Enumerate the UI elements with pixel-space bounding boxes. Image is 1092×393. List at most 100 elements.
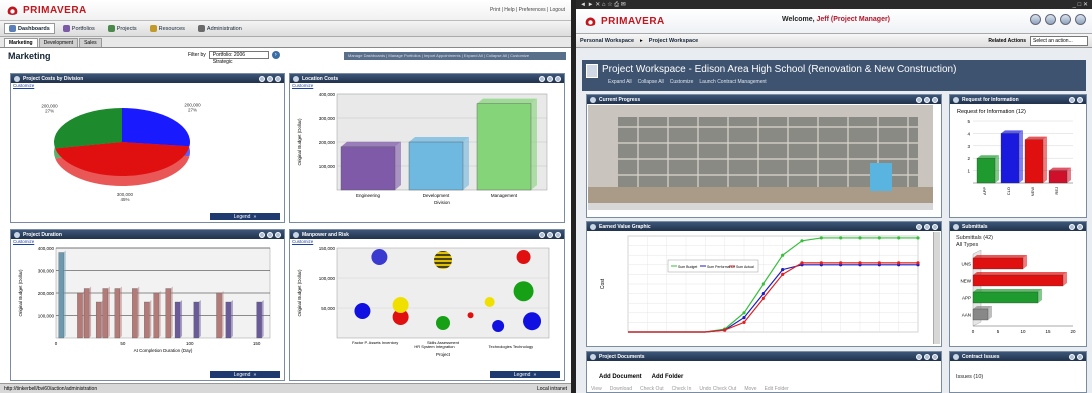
nav-item-label: Dashboards <box>18 25 50 32</box>
data-point <box>742 311 746 315</box>
x-tick-label: Skills Assessment <box>427 340 460 345</box>
close-icon[interactable] <box>275 231 281 238</box>
construction-photo <box>588 105 933 210</box>
primavera-logo: PRIMAVERA <box>584 16 665 27</box>
refresh-icon[interactable] <box>547 231 553 238</box>
nav-item-label: Administration <box>206 25 242 32</box>
customize-link[interactable]: Customize <box>11 239 284 245</box>
tab-marketing[interactable]: Marketing <box>4 38 38 47</box>
portlet-request-for-information: Request for Information Request for Info… <box>949 94 1087 218</box>
bar <box>972 291 1039 304</box>
customize-link[interactable]: Customize <box>11 83 284 89</box>
nav-item-portfolios[interactable]: Portfolios <box>58 23 100 34</box>
bar-top <box>973 255 1027 258</box>
help-icon[interactable] <box>539 231 545 238</box>
help-icon[interactable] <box>916 223 922 230</box>
portlet-earned-value: Earned Value Graphic Cost Sum Budget Sum P… <box>586 221 942 347</box>
legend-button[interactable]: Legend» <box>210 371 280 378</box>
refresh-icon[interactable] <box>924 223 930 230</box>
help-icon[interactable] <box>1069 353 1075 360</box>
nav-item-label: Resources <box>158 25 185 32</box>
legend-button[interactable]: Legend» <box>490 371 560 378</box>
close-icon[interactable] <box>932 96 938 103</box>
x-tick-label: CLO <box>1006 187 1011 195</box>
help-icon[interactable] <box>1060 14 1071 25</box>
browser-nav-icons[interactable]: ◄ ► ✕ ⌂ ☆ ⎙ ✉ <box>580 1 626 9</box>
refresh-icon[interactable] <box>924 96 930 103</box>
refresh-icon[interactable] <box>267 231 273 238</box>
administration-icon <box>197 25 205 32</box>
close-icon[interactable] <box>555 231 561 238</box>
bar-side <box>261 300 264 338</box>
photo-scrollbar[interactable] <box>588 203 933 210</box>
refresh-icon[interactable] <box>924 353 930 360</box>
nav-item-dashboards[interactable]: Dashboards <box>4 23 55 34</box>
customize-link[interactable]: Customize <box>290 83 564 89</box>
legend-button[interactable]: Legend» <box>210 213 280 220</box>
tab-sales[interactable]: Sales <box>79 38 102 47</box>
nav-item-projects[interactable]: Projects <box>103 23 142 34</box>
window-controls[interactable]: _ □ ✕ <box>1073 1 1088 8</box>
close-icon[interactable] <box>1077 353 1083 360</box>
document-action-link[interactable]: Add Folder <box>652 374 684 380</box>
bar-side <box>170 286 173 338</box>
document-action-link[interactable]: Add Document <box>599 374 642 380</box>
go-icon[interactable]: › <box>271 51 280 59</box>
nav-item-resources[interactable]: Resources <box>145 23 190 34</box>
document-button[interactable]: View <box>591 386 602 392</box>
top-links[interactable]: Print | Help | Preferences | Logout <box>490 7 565 13</box>
document-button[interactable]: Edit Folder <box>765 386 789 392</box>
portlet-header: Submittals <box>950 222 1086 231</box>
y-tick-label: 400,000 <box>38 246 55 251</box>
right-header: PRIMAVERA Welcome, Jeff (Project Manager… <box>576 9 1092 33</box>
close-icon[interactable] <box>1077 223 1083 230</box>
close-icon[interactable] <box>1077 96 1083 103</box>
help-icon[interactable] <box>539 75 545 82</box>
help-icon[interactable] <box>259 231 265 238</box>
bar <box>83 288 90 339</box>
personal-workspace-link[interactable]: Personal Workspace <box>580 38 634 44</box>
refresh-icon[interactable] <box>267 75 273 82</box>
vertical-scrollbar[interactable] <box>933 232 940 344</box>
document-button[interactable]: Check Out <box>640 386 664 392</box>
help-icon[interactable] <box>1069 223 1075 230</box>
help-icon[interactable] <box>259 75 265 82</box>
portlet-icon <box>293 75 299 82</box>
portlet-controls <box>259 231 281 238</box>
portfolio-filter-select[interactable]: Portfolio: 2006 Strategic <box>208 51 269 65</box>
bar-side <box>107 286 110 338</box>
bar-side <box>221 291 224 338</box>
submittals-type[interactable]: All Types <box>956 242 978 248</box>
related-actions-select[interactable]: Select an action... <box>1030 36 1088 46</box>
nav-item-administration[interactable]: Administration <box>193 23 247 34</box>
logout-icon[interactable] <box>1075 14 1086 25</box>
refresh-icon[interactable] <box>1045 14 1056 25</box>
document-button[interactable]: Undo Check Out <box>699 386 736 392</box>
close-icon[interactable] <box>275 75 281 82</box>
tab-development[interactable]: Development <box>38 38 79 47</box>
bar <box>174 301 181 339</box>
help-icon[interactable] <box>916 96 922 103</box>
workspace-link[interactable]: Collapse All <box>638 79 664 85</box>
close-icon[interactable] <box>555 75 561 82</box>
filter: Filter by Portfolio: 2006 Strategic › <box>188 51 280 65</box>
workspace-link[interactable]: Customize <box>670 79 694 85</box>
workspace-link[interactable]: Expand All <box>608 79 632 85</box>
bar-top <box>341 141 401 147</box>
home-icon[interactable] <box>1030 14 1041 25</box>
document-button[interactable]: Check In <box>672 386 692 392</box>
help-icon[interactable] <box>1069 96 1075 103</box>
portlet-header: Contract Issues <box>950 352 1086 361</box>
document-button[interactable]: Move <box>744 386 756 392</box>
portlet-contract-issues: Contract Issues Issues (10) <box>949 351 1087 393</box>
project-workspace-link[interactable]: Project Workspace <box>649 38 698 44</box>
document-button[interactable]: Download <box>610 386 632 392</box>
refresh-icon[interactable] <box>547 75 553 82</box>
close-icon[interactable] <box>932 223 938 230</box>
workspace-link[interactable]: Launch Contract Management <box>699 79 766 85</box>
help-icon[interactable] <box>916 353 922 360</box>
manage-links[interactable]: Manage Dashboards | Manage Portfolios | … <box>344 52 566 60</box>
customize-link[interactable]: Customize <box>290 239 564 245</box>
portlet-header: Location Costs <box>290 74 564 83</box>
close-icon[interactable] <box>932 353 938 360</box>
